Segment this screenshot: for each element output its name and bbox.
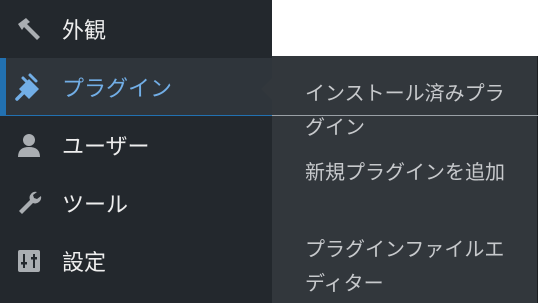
sidebar-item-appearance[interactable]: 外観 bbox=[0, 0, 272, 58]
wrench-icon bbox=[14, 188, 44, 218]
sidebar-item-label: 外観 bbox=[62, 19, 107, 44]
paintbrush-icon bbox=[14, 14, 44, 44]
sidebar-item-label: プラグイン bbox=[62, 77, 173, 102]
sidebar-item-tools[interactable]: ツール bbox=[0, 174, 272, 232]
current-indicator bbox=[0, 58, 6, 116]
sidebar-item-users[interactable]: ユーザー bbox=[0, 116, 272, 174]
sidebar-item-label: ユーザー bbox=[62, 135, 150, 160]
sidebar-item-plugins[interactable]: プラグイン bbox=[0, 58, 272, 116]
sidebar-item-label: 設定 bbox=[62, 251, 107, 276]
submenu-pointer bbox=[261, 78, 272, 100]
plugin-icon bbox=[14, 72, 44, 102]
sidebar-item-label: ツール bbox=[62, 193, 129, 218]
sidebar-item-settings[interactable]: 設定 bbox=[0, 232, 272, 290]
user-icon bbox=[14, 130, 44, 160]
content-area bbox=[272, 0, 538, 56]
submenu-item-installed-plugins[interactable]: インストール済みプラグイン bbox=[305, 76, 520, 144]
divider bbox=[272, 115, 538, 116]
submenu-item-add-new-plugin[interactable]: 新規プラグインを追加 bbox=[305, 155, 520, 189]
admin-sidebar: 外観 プラグイン ユーザー ツール 設定 bbox=[0, 0, 272, 303]
settings-icon bbox=[14, 246, 44, 276]
submenu-item-plugin-file-editor[interactable]: プラグインファイルエディター bbox=[305, 232, 520, 300]
